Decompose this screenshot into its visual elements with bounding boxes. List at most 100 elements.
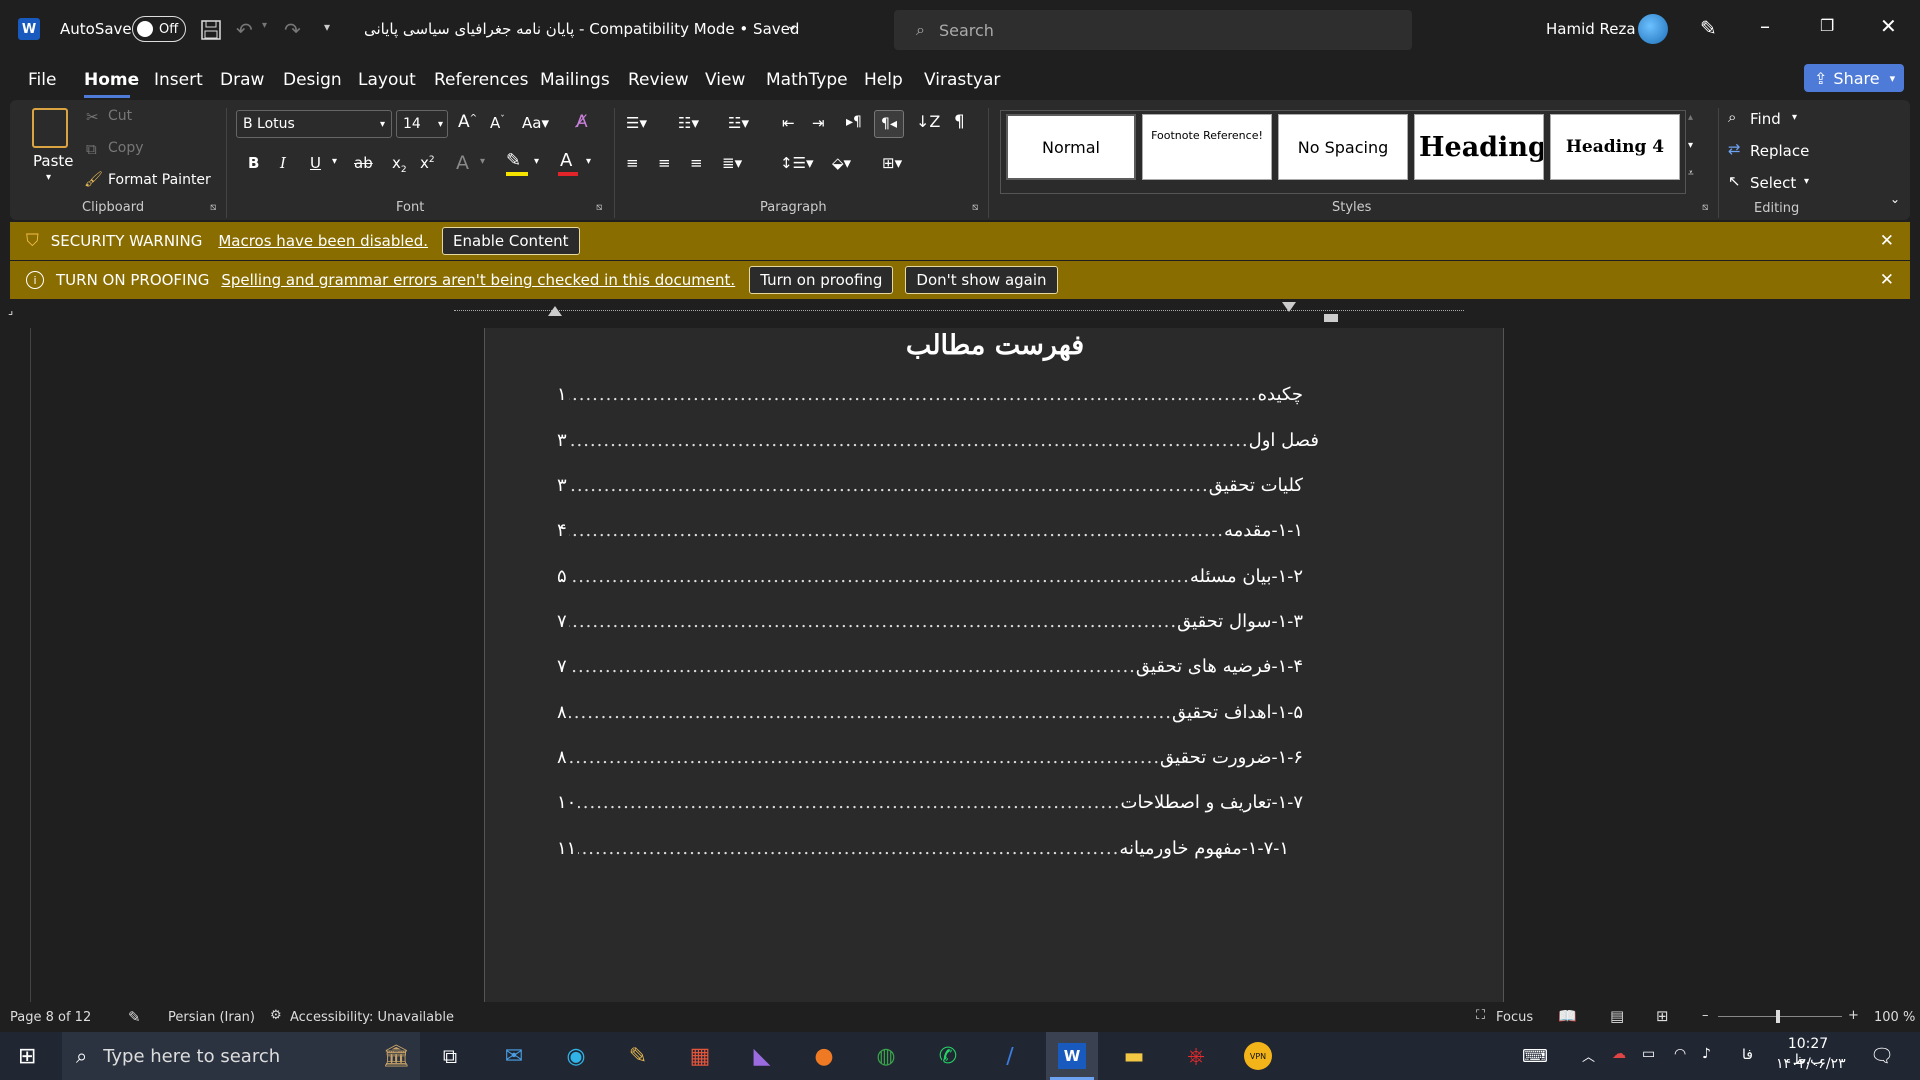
rtl-icon[interactable]: ¶◂: [874, 110, 904, 138]
zoom-slider-thumb[interactable]: [1776, 1010, 1780, 1023]
undo-dropdown-icon[interactable]: ▾: [262, 20, 267, 31]
windows-start-icon[interactable]: ⊞: [18, 1044, 36, 1069]
web-layout-icon[interactable]: ⊞: [1656, 1007, 1669, 1025]
proofing-status-icon[interactable]: ✎: [128, 1008, 141, 1026]
style-no-spacing[interactable]: No Spacing: [1278, 114, 1408, 180]
paste-dropdown-icon[interactable]: ▾: [46, 172, 51, 183]
zoom-slider[interactable]: [1718, 1016, 1842, 1017]
toc-entry[interactable]: ۱-۲-بیان مسئله..........................…: [557, 566, 1303, 587]
toc-entry[interactable]: ۱-۱-مقدمه...............................…: [557, 520, 1303, 541]
file-manager-icon[interactable]: ✎: [612, 1032, 664, 1080]
chrome-canary-icon[interactable]: ◍: [860, 1032, 912, 1080]
paste-button[interactable]: Paste: [33, 152, 74, 170]
text-effects-icon[interactable]: A: [456, 152, 469, 174]
acrobat-icon[interactable]: ⎈: [1170, 1032, 1222, 1080]
battery-icon[interactable]: ▭: [1642, 1046, 1655, 1062]
styles-launcher-icon[interactable]: ⧅: [1702, 202, 1708, 213]
cut-icon[interactable]: ✂: [86, 108, 99, 126]
collapse-ribbon-icon[interactable]: ⌄: [1890, 192, 1900, 206]
shading-icon[interactable]: ⬙▾: [832, 154, 851, 172]
font-launcher-icon[interactable]: ⧅: [596, 202, 602, 213]
select-button[interactable]: Select: [1750, 174, 1796, 192]
avatar[interactable]: [1638, 14, 1668, 44]
tray-expand-icon[interactable]: ︿: [1582, 1046, 1595, 1065]
highlight-icon[interactable]: ✎: [506, 150, 521, 171]
restore-icon[interactable]: ❐: [1820, 16, 1834, 35]
page-count[interactable]: Page 8 of 12: [10, 1010, 91, 1025]
turn-on-proofing-button[interactable]: Turn on proofing: [749, 266, 894, 294]
undo-icon[interactable]: ↶: [236, 18, 253, 42]
close-icon[interactable]: ✕: [1880, 231, 1894, 251]
align-center-icon[interactable]: ≡: [658, 154, 671, 172]
wifi-icon[interactable]: ◠: [1674, 1046, 1686, 1062]
customize-toolbar-icon[interactable]: ▾: [324, 20, 330, 34]
toc-entry[interactable]: ۱-۶-ضرورت تحقیق.........................…: [557, 747, 1303, 768]
grow-font-icon[interactable]: A^: [458, 112, 477, 132]
mail-icon[interactable]: ✉: [488, 1032, 540, 1080]
toc-entry[interactable]: ۱-۷-تعاریف و اصطلاحات...................…: [557, 792, 1303, 813]
tab-help[interactable]: Help: [864, 70, 903, 90]
firefox-icon[interactable]: ●: [798, 1032, 850, 1080]
store-icon[interactable]: ▦: [674, 1032, 726, 1080]
notification-icon[interactable]: 🗨: [1870, 1044, 1894, 1067]
tab-mathtype[interactable]: MathType: [766, 70, 848, 90]
toc-entry[interactable]: ۱-۴-فرضیه های تحقیق.....................…: [557, 656, 1303, 677]
keyboard-icon[interactable]: ⌨: [1522, 1046, 1548, 1067]
format-painter-icon[interactable]: 🖌: [84, 170, 103, 188]
highlight-dropdown-icon[interactable]: ▾: [534, 156, 539, 167]
toc-entry[interactable]: فصل اول.................................…: [557, 430, 1319, 451]
line-spacing-icon[interactable]: ↕☰▾: [780, 154, 814, 172]
onedrive-icon[interactable]: ☁: [1612, 1046, 1626, 1062]
font-name-select[interactable]: B Lotus ▾: [236, 110, 392, 138]
share-button[interactable]: ⇪ Share ▾: [1804, 64, 1904, 92]
tab-references[interactable]: References: [434, 70, 528, 90]
tab-review[interactable]: Review: [628, 70, 689, 90]
styles-scroll-down-icon[interactable]: ▾: [1688, 140, 1693, 151]
cut-button[interactable]: Cut: [108, 108, 132, 124]
close-icon[interactable]: ✕: [1880, 14, 1897, 38]
visual-studio-icon[interactable]: ◣: [736, 1032, 788, 1080]
toc-entry[interactable]: چکیده...................................…: [557, 384, 1303, 405]
select-icon[interactable]: ↖: [1728, 172, 1741, 190]
tab-insert[interactable]: Insert: [154, 70, 203, 90]
clear-formatting-icon[interactable]: A̸: [576, 112, 588, 132]
font-color-icon[interactable]: A: [560, 150, 572, 171]
focus-button[interactable]: Focus: [1496, 1010, 1533, 1025]
tab-selector-icon[interactable]: ⌟: [8, 304, 13, 317]
decrease-indent-icon[interactable]: ⇤: [782, 114, 795, 132]
replace-button[interactable]: Replace: [1750, 142, 1809, 160]
toc-entry[interactable]: کلیات تحقیق.............................…: [557, 475, 1303, 496]
word-taskbar-icon[interactable]: W: [1046, 1032, 1098, 1080]
copy-icon[interactable]: ⧉: [86, 140, 97, 158]
bold-icon[interactable]: B: [248, 154, 259, 172]
underline-icon[interactable]: U: [310, 154, 321, 172]
strikethrough-icon[interactable]: ab: [354, 154, 373, 172]
clipboard-launcher-icon[interactable]: ⧅: [210, 202, 216, 213]
copy-button[interactable]: Copy: [108, 140, 144, 156]
left-indent-marker[interactable]: [548, 306, 562, 316]
pen-icon[interactable]: ✎: [1700, 16, 1717, 40]
sort-icon[interactable]: ↓Z: [916, 112, 940, 131]
task-view-icon[interactable]: ⧉: [424, 1032, 476, 1080]
font-size-select[interactable]: 14 ▾: [396, 110, 448, 138]
text-effects-dropdown-icon[interactable]: ▾: [480, 156, 485, 167]
style-footnote-reference[interactable]: Footnote Reference!: [1142, 114, 1272, 180]
increase-indent-icon[interactable]: ⇥: [812, 114, 825, 132]
whatsapp-icon[interactable]: ✆: [922, 1032, 974, 1080]
proofing-message[interactable]: Spelling and grammar errors aren't being…: [221, 271, 735, 289]
shrink-font-icon[interactable]: Aˇ: [490, 114, 505, 132]
change-case-icon[interactable]: Aa▾: [522, 114, 549, 132]
find-dropdown-icon[interactable]: ▾: [1792, 112, 1797, 123]
edge-icon[interactable]: ◉: [550, 1032, 602, 1080]
zoom-level[interactable]: 100 %: [1874, 1010, 1915, 1025]
toc-entry[interactable]: ۱-۳-سوال تحقیق..........................…: [557, 611, 1303, 632]
redo-icon[interactable]: ↷: [284, 18, 301, 42]
dont-show-again-button[interactable]: Don't show again: [905, 266, 1058, 294]
align-right-icon[interactable]: ≡: [690, 154, 703, 172]
tab-home[interactable]: Home: [84, 70, 139, 90]
autosave-toggle[interactable]: Off: [132, 16, 186, 42]
find-button[interactable]: Find: [1750, 110, 1781, 128]
multilevel-list-icon[interactable]: ☳▾: [728, 114, 749, 132]
folder-icon[interactable]: ▬: [1108, 1032, 1160, 1080]
style-normal[interactable]: Normal: [1006, 114, 1136, 180]
